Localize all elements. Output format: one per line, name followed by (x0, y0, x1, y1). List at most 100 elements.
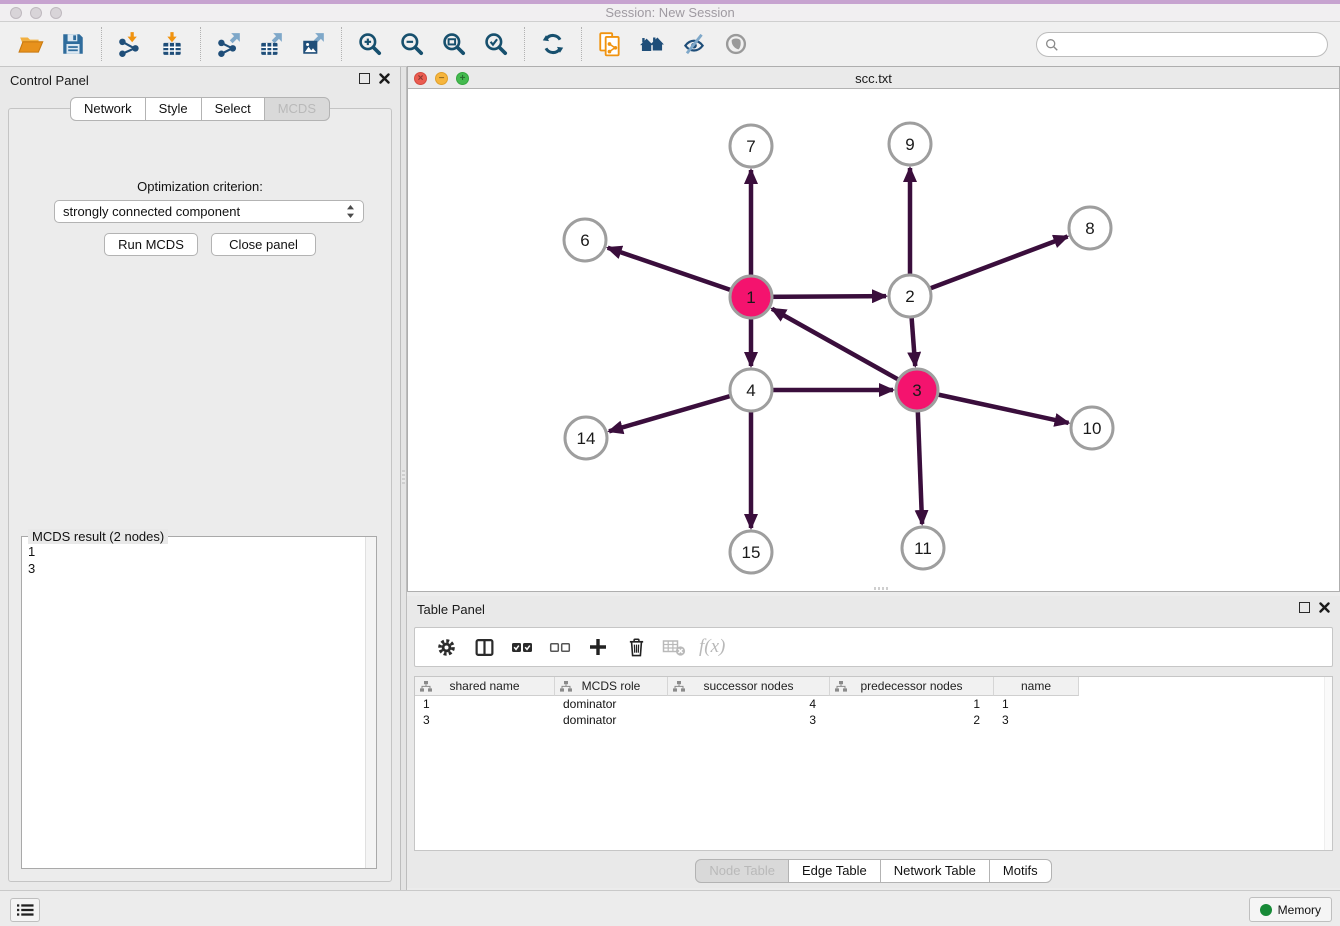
close-panel-icon[interactable] (379, 73, 390, 84)
graph-edge-3-10[interactable] (917, 390, 1069, 423)
new-network-from-selection-icon[interactable] (593, 28, 627, 60)
float-table-panel-button[interactable] (1299, 602, 1310, 613)
graph-node-10[interactable]: 10 (1071, 407, 1113, 449)
graph-edge-1-6[interactable] (608, 248, 751, 297)
zoom-in-icon[interactable] (353, 28, 387, 60)
graph-node-15[interactable]: 15 (730, 531, 772, 573)
import-table-icon[interactable] (155, 28, 189, 60)
tree-icon (835, 681, 847, 692)
delete-table-icon[interactable] (659, 633, 689, 661)
table-cell[interactable]: dominator (555, 712, 668, 728)
search-icon (1045, 38, 1059, 52)
main-toolbar (0, 22, 1340, 67)
graph-node-8[interactable]: 8 (1069, 207, 1111, 249)
graph-node-label: 15 (742, 543, 761, 562)
graph-node-3[interactable]: 3 (896, 369, 938, 411)
graph-edge-2-8[interactable] (910, 236, 1068, 296)
table-cell[interactable]: 4 (668, 696, 830, 712)
graph-node-1[interactable]: 1 (730, 276, 772, 318)
result-scrollbar[interactable] (365, 537, 376, 868)
optimization-select[interactable]: strongly connected component (54, 200, 364, 223)
status-bar: Memory (0, 890, 1340, 926)
graph-node-2[interactable]: 2 (889, 275, 931, 317)
graph-node-label: 11 (914, 539, 932, 558)
export-image-icon[interactable] (296, 28, 330, 60)
table-cell[interactable]: 3 (994, 712, 1079, 728)
deselect-all-icon[interactable] (545, 633, 575, 661)
task-history-button[interactable] (10, 898, 40, 922)
column-header-predecessor-nodes[interactable]: predecessor nodes (830, 677, 994, 696)
delete-column-icon[interactable] (621, 633, 651, 661)
tab-select[interactable]: Select (201, 97, 265, 121)
split-columns-icon[interactable] (469, 633, 499, 661)
table-row[interactable]: 3dominator323 (415, 712, 1332, 728)
graph-node-6[interactable]: 6 (564, 219, 606, 261)
graph-node-7[interactable]: 7 (730, 125, 772, 167)
tab-network-table[interactable]: Network Table (880, 859, 990, 883)
tab-node-table[interactable]: Node Table (695, 859, 789, 883)
window-title: Session: New Session (0, 5, 1340, 20)
table-row[interactable]: 1dominator411 (415, 696, 1332, 712)
network-canvas[interactable]: 7 9 6 8 1 2 4 3 14 10 15 11 (408, 89, 1339, 591)
float-panel-button[interactable] (359, 73, 370, 84)
select-stepper-icon (346, 204, 355, 219)
table-toolbar: f(x) (414, 627, 1333, 667)
gear-icon[interactable] (431, 633, 461, 661)
table-cell[interactable]: 1 (415, 696, 555, 712)
graph-node-label: 9 (905, 135, 914, 154)
home-icon[interactable] (635, 28, 669, 60)
search-input[interactable] (1059, 37, 1327, 52)
function-builder-icon[interactable]: f(x) (697, 633, 725, 661)
graph-edge-3-1[interactable] (772, 309, 917, 390)
mcds-result-text[interactable]: 13 (22, 539, 364, 868)
select-all-icon[interactable] (507, 633, 537, 661)
tab-network[interactable]: Network (70, 97, 146, 121)
table-cell[interactable]: 2 (830, 712, 994, 728)
vertical-splitter[interactable] (400, 67, 407, 890)
table-cell[interactable]: dominator (555, 696, 668, 712)
birds-eye-view-icon[interactable] (719, 28, 753, 60)
hide-graphics-details-icon[interactable] (677, 28, 711, 60)
tab-edge-table[interactable]: Edge Table (788, 859, 881, 883)
column-header-successor-nodes[interactable]: successor nodes (668, 677, 830, 696)
first-neighbors-icon[interactable] (536, 28, 570, 60)
tab-mcds[interactable]: MCDS (264, 97, 330, 121)
column-label: MCDS role (582, 679, 641, 693)
tree-icon (673, 681, 685, 692)
splitter-grip[interactable] (402, 470, 405, 484)
column-header-shared-name[interactable]: shared name (415, 677, 555, 696)
zoom-selected-icon[interactable] (479, 28, 513, 60)
import-network-icon[interactable] (113, 28, 147, 60)
graph-node-14[interactable]: 14 (565, 417, 607, 459)
open-session-icon[interactable] (14, 28, 48, 60)
save-session-icon[interactable] (56, 28, 90, 60)
column-header-name[interactable]: name (994, 677, 1079, 696)
close-table-panel-icon[interactable] (1319, 602, 1330, 613)
table-scrollbar[interactable] (1324, 677, 1332, 850)
zoom-out-icon[interactable] (395, 28, 429, 60)
tab-style[interactable]: Style (145, 97, 202, 121)
table-cell[interactable]: 3 (668, 712, 830, 728)
zoom-fit-icon[interactable] (437, 28, 471, 60)
graph-node-label: 3 (912, 381, 921, 400)
column-header-mcds-role[interactable]: MCDS role (555, 677, 668, 696)
export-network-icon[interactable] (212, 28, 246, 60)
network-graph-svg[interactable]: 7 9 6 8 1 2 4 3 14 10 15 11 (408, 89, 1339, 591)
close-panel-button[interactable]: Close panel (211, 233, 316, 256)
graph-node-label: 1 (746, 288, 755, 307)
export-table-icon[interactable] (254, 28, 288, 60)
table-cell[interactable]: 1 (830, 696, 994, 712)
add-column-icon[interactable] (583, 633, 613, 661)
graph-node-label: 2 (905, 287, 914, 306)
table-cell[interactable]: 1 (994, 696, 1079, 712)
graph-node-9[interactable]: 9 (889, 123, 931, 165)
canvas-resize-grip[interactable] (874, 587, 888, 590)
run-mcds-button[interactable]: Run MCDS (104, 233, 198, 256)
table-cell[interactable]: 3 (415, 712, 555, 728)
memory-button[interactable]: Memory (1249, 897, 1332, 922)
graph-node-11[interactable]: 11 (902, 527, 944, 569)
table-panel-title: Table Panel (417, 602, 485, 617)
tab-motifs[interactable]: Motifs (989, 859, 1052, 883)
network-window-titlebar[interactable]: × − + scc.txt (408, 67, 1339, 89)
graph-node-4[interactable]: 4 (730, 369, 772, 411)
